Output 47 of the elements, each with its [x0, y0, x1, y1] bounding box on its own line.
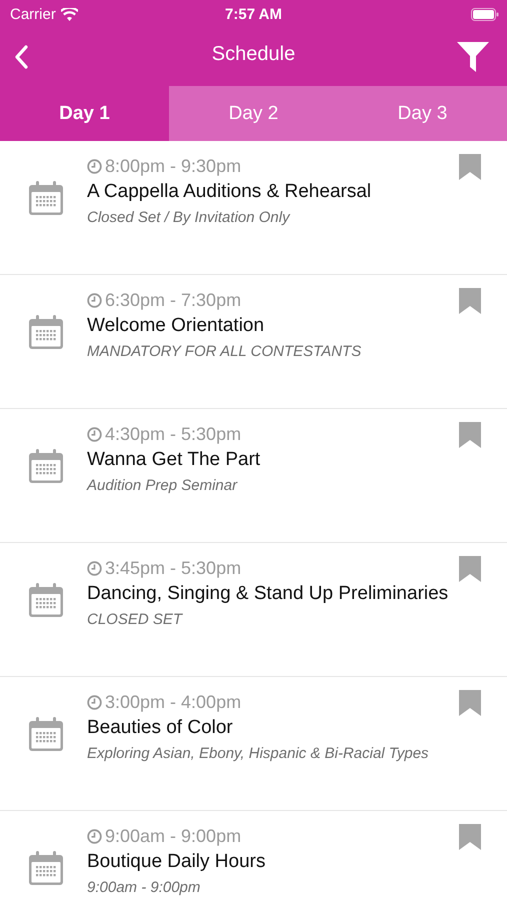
event-subtitle: MANDATORY FOR ALL CONTESTANTS — [87, 342, 362, 362]
event-title: Boutique Daily Hours — [87, 850, 266, 874]
bookmark-icon[interactable] — [459, 690, 481, 716]
event-subtitle: 9:00am - 9:00pm — [87, 878, 200, 898]
bookmark-icon[interactable] — [459, 824, 481, 850]
time-range: 6:30pm - 7:30pm — [105, 289, 242, 312]
event-subtitle: CLOSED SET — [87, 610, 182, 630]
time-range: 4:30pm - 5:30pm — [105, 423, 242, 446]
clock-icon — [87, 158, 102, 174]
event-row[interactable]: 4:30pm - 5:30pm Wanna Get The Part Audition Prep Seminar — [0, 409, 507, 543]
screen-title: Schedule — [212, 43, 296, 66]
bookmark-icon[interactable] — [459, 422, 481, 448]
time-range: 3:45pm - 5:30pm — [105, 557, 242, 580]
calendar-icon — [28, 448, 64, 484]
event-row[interactable]: 3:00pm - 4:00pm Beauties of Color Exploring Asian, Ebony, Hispanic & Bi-Racial Types — [0, 677, 507, 811]
event-subtitle: Exploring Asian, Ebony, Hispanic & Bi-Racial Types — [87, 744, 429, 764]
calendar-icon — [28, 716, 64, 752]
event-row[interactable]: 3:45pm - 5:30pm Dancing, Singing & Stand Up Preliminaries CLOSED SET — [0, 543, 507, 677]
wifi-icon — [60, 8, 78, 20]
event-row[interactable]: 8:00pm - 9:30pm A Cappella Auditions & Rehearsal Closed Set / By Invitation Only — [0, 141, 507, 275]
clock-icon — [87, 828, 102, 844]
event-title: A Cappella Auditions & Rehearsal — [87, 180, 372, 204]
bookmark-icon[interactable] — [459, 556, 481, 582]
time-range: 9:00am - 9:00pm — [105, 825, 242, 848]
event-title: Beauties of Color — [87, 716, 233, 740]
time-range: 3:00pm - 4:00pm — [105, 691, 242, 714]
calendar-icon — [28, 180, 64, 216]
event-subtitle: Audition Prep Seminar — [87, 476, 238, 496]
calendar-icon — [28, 314, 64, 350]
event-title: Dancing, Singing & Stand Up Preliminaries — [87, 582, 448, 606]
event-row[interactable]: 6:30pm - 7:30pm Welcome Orientation MANDATORY FOR ALL CONTESTANTS — [0, 275, 507, 409]
event-subtitle: Closed Set / By Invitation Only — [87, 208, 290, 228]
event-title: Wanna Get The Part — [87, 448, 260, 472]
calendar-icon — [28, 582, 64, 618]
clock-icon — [87, 426, 102, 442]
clock-icon — [87, 694, 102, 710]
bookmark-icon[interactable] — [459, 154, 481, 180]
status-time: 7:57 AM — [225, 6, 282, 22]
time-range: 8:00pm - 9:30pm — [105, 155, 242, 178]
battery-icon — [471, 8, 499, 20]
event-row[interactable]: 9:00am - 9:00pm Boutique Daily Hours 9:00am - 9:00pm — [0, 811, 507, 899]
bookmark-icon[interactable] — [459, 288, 481, 314]
clock-icon — [87, 292, 102, 308]
clock-icon — [87, 560, 102, 576]
event-title: Welcome Orientation — [87, 314, 264, 338]
calendar-icon — [28, 850, 64, 886]
carrier-name: Carrier — [10, 6, 56, 22]
